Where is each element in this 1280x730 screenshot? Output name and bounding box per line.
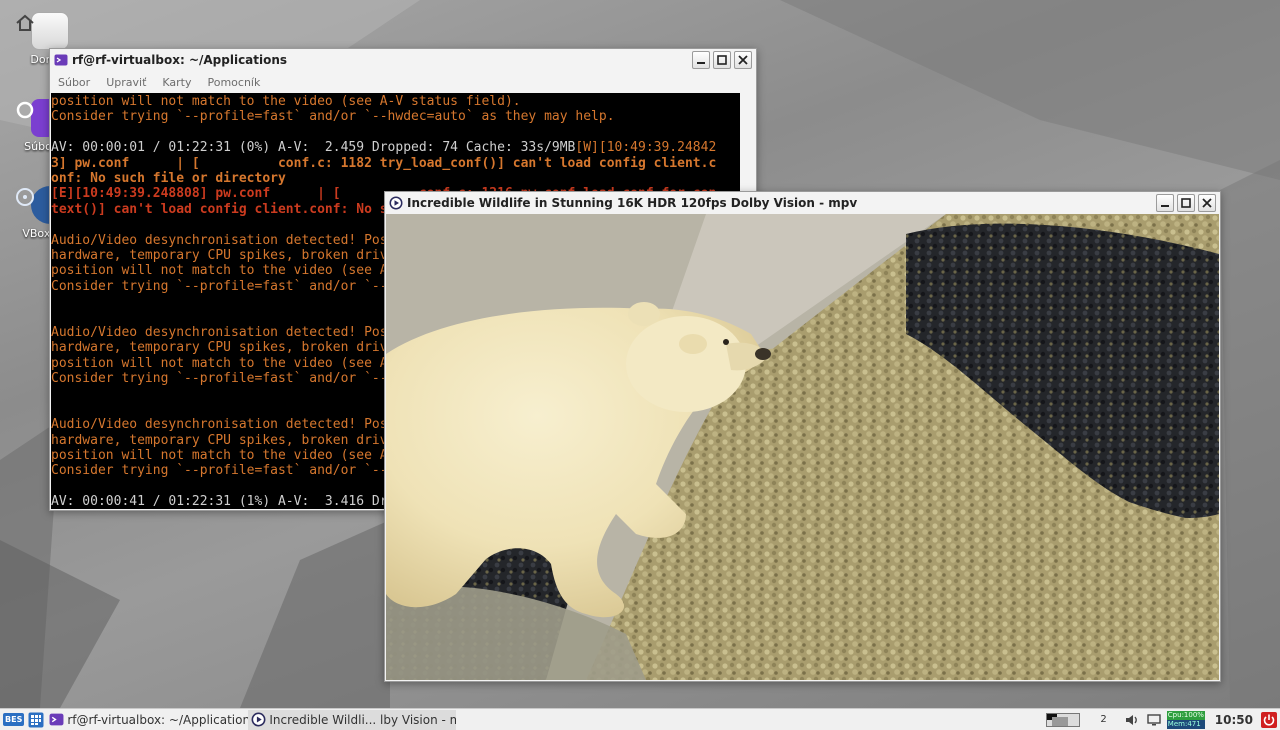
minimize-button[interactable]	[1156, 194, 1174, 212]
start-menu-button[interactable]: BES	[0, 710, 26, 730]
menu-item-tabs[interactable]: Karty	[162, 76, 191, 89]
terminal-menubar: Súbor Upraviť Karty Pomocník	[50, 71, 756, 93]
power-button[interactable]	[1259, 710, 1280, 730]
workspace-number[interactable]: 2	[1086, 710, 1120, 730]
menu-item-help[interactable]: Pomocník	[208, 76, 261, 89]
terminal-line: position will not match to the video (se…	[51, 94, 740, 109]
terminal-titlebar[interactable]: rf@rf-virtualbox: ~/Applications	[50, 49, 756, 71]
task-label: Incredible Wildli... lby Vision - mpv	[269, 712, 457, 727]
terminal-line: AV: 00:00:01 / 01:22:31 (0%) A-V: 2.459 …	[51, 140, 740, 155]
home-icon	[16, 12, 69, 50]
close-icon	[1202, 198, 1212, 208]
cpu-usage: Cpu:100%	[1166, 710, 1205, 720]
terminal-line-text: position will not match to the video (se…	[51, 94, 521, 109]
task-label: rf@rf-virtualbox: ~/Applications	[67, 712, 249, 727]
grid-icon	[28, 712, 44, 727]
volume-button[interactable]	[1121, 710, 1143, 730]
terminal-line: 3] pw.conf | [ conf.c: 1182 try_load_con…	[51, 156, 740, 171]
maximize-button[interactable]	[713, 51, 731, 69]
power-icon	[1261, 711, 1277, 728]
mpv-icon	[251, 712, 266, 727]
terminal-line-text: AV: 00:00:01 / 01:22:31 (0%) A-V: 2.459 …	[51, 140, 576, 156]
maximize-icon	[717, 55, 727, 65]
mem-usage: Mem:471	[1166, 719, 1205, 729]
terminal-line: Consider trying `--profile=fast` and/or …	[51, 109, 740, 124]
terminal-line-text: onf: No such file or directory	[51, 170, 286, 186]
mpv-window: Incredible Wildlife in Stunning 16K HDR …	[384, 191, 1221, 682]
close-button[interactable]	[1198, 194, 1216, 212]
video-frame[interactable]	[386, 214, 1219, 680]
menu-item-file[interactable]: Súbor	[58, 76, 90, 89]
monitor-icon	[1147, 713, 1161, 725]
close-button[interactable]	[734, 51, 752, 69]
minimize-icon	[1161, 205, 1169, 207]
show-desktop-button[interactable]	[26, 710, 46, 730]
task-terminal[interactable]: rf@rf-virtualbox: ~/Applications	[46, 710, 248, 730]
pager-icon	[1046, 712, 1081, 727]
minimize-icon	[697, 62, 705, 64]
mpv-title: Incredible Wildlife in Stunning 16K HDR …	[407, 196, 858, 210]
maximize-button[interactable]	[1177, 194, 1195, 212]
volume-icon	[1125, 714, 1137, 725]
terminal-icon	[49, 713, 64, 726]
display-button[interactable]	[1143, 710, 1165, 730]
terminal-line-tail: [W][10:49:39.24842	[575, 140, 717, 156]
terminal-line-text: Consider trying `--profile=fast` and/or …	[51, 109, 615, 125]
terminal-icon	[54, 54, 68, 66]
mpv-icon	[389, 196, 403, 210]
terminal-line-text: 3] pw.conf | [ conf.c: 1182 try_load_con…	[51, 155, 717, 171]
close-icon	[738, 55, 748, 65]
terminal-title: rf@rf-virtualbox: ~/Applications	[72, 53, 288, 67]
terminal-line: onf: No such file or directory	[51, 171, 740, 186]
clock[interactable]: 10:50	[1207, 710, 1259, 730]
taskbar: BES rf@rf-virtualbox: ~/Applications Inc…	[0, 708, 1280, 730]
minimize-button[interactable]	[692, 51, 710, 69]
system-monitor[interactable]: Cpu:100% Mem:471	[1165, 710, 1207, 730]
maximize-icon	[1181, 198, 1191, 208]
video-image	[386, 214, 1219, 680]
workspace-pager[interactable]	[1040, 710, 1086, 730]
start-menu-label: BES	[3, 713, 25, 726]
task-mpv[interactable]: Incredible Wildli... lby Vision - mpv	[248, 709, 457, 730]
menu-item-edit[interactable]: Upraviť	[106, 76, 146, 89]
mpv-titlebar[interactable]: Incredible Wildlife in Stunning 16K HDR …	[385, 192, 1220, 214]
